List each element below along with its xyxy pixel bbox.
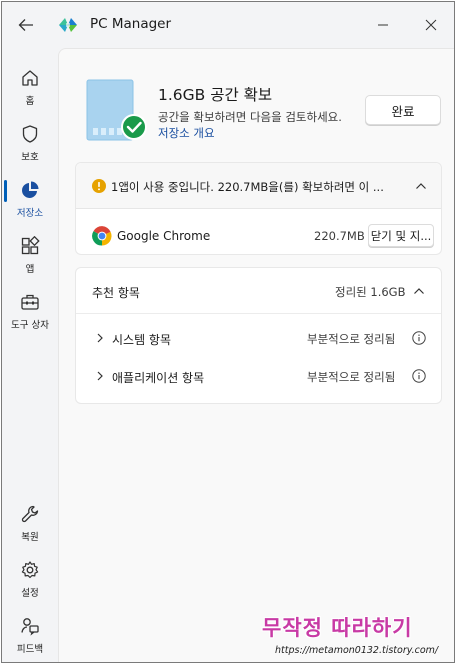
storage-content: 1.6GB 공간 확보 공간을 확보하려면 다음을 검토하세요. 저장소 개요 … bbox=[58, 48, 454, 662]
nav-item-protection[interactable]: 보호 bbox=[2, 120, 58, 170]
recommendations-summary: 정리된 1.6GB bbox=[335, 285, 406, 299]
back-arrow-icon bbox=[18, 19, 33, 31]
close-app-button[interactable]: 닫기 및 지... bbox=[368, 224, 434, 247]
nav-label-feedback: 피드백 bbox=[16, 644, 44, 655]
feedback-icon bbox=[21, 618, 39, 636]
app-title: PC Manager bbox=[90, 16, 172, 32]
storage-pie-icon bbox=[22, 181, 39, 198]
nav-label-settings: 설정 bbox=[21, 588, 39, 599]
recommendations-card: 추천 항목 정리된 1.6GB 시스템 항목 부분적으로 정리됨 애플리케이션 … bbox=[75, 267, 442, 404]
gear-icon bbox=[21, 561, 39, 579]
running-apps-warning: 1앱이 사용 중입니다. 220.7MB을(를) 확보하려면 이 ... bbox=[111, 180, 384, 194]
close-icon bbox=[425, 19, 437, 31]
wrench-icon bbox=[21, 505, 39, 523]
watermark-title: 무작정 따라하기 bbox=[262, 616, 413, 640]
info-icon[interactable] bbox=[412, 369, 426, 383]
nav-label-storage: 저장소 bbox=[16, 208, 44, 219]
home-icon bbox=[22, 70, 38, 86]
chevron-up-icon[interactable] bbox=[412, 284, 426, 298]
toolbox-icon bbox=[21, 294, 39, 310]
row-status: 부분적으로 정리됨 bbox=[307, 370, 396, 384]
minimize-icon bbox=[378, 24, 388, 26]
row-label: 시스템 항목 bbox=[112, 333, 172, 347]
nav-label-home: 홈 bbox=[25, 96, 35, 107]
description-text: 공간을 확보하려면 다음을 검토하세요. bbox=[158, 110, 342, 124]
title-bar: PC Manager bbox=[2, 2, 454, 48]
recommendation-row-system[interactable]: 시스템 항목 부분적으로 정리됨 bbox=[76, 320, 441, 356]
nav-item-restore[interactable]: 복원 bbox=[2, 500, 58, 550]
side-navigation: 홈 보호 저장소 앱 도구 상자 복원 설정 피드백 bbox=[2, 48, 58, 662]
storage-drive-check-icon bbox=[86, 79, 147, 141]
running-app-size: 220.7MB bbox=[314, 229, 365, 243]
row-label: 애플리케이션 항목 bbox=[112, 371, 205, 385]
watermark-url: https://metamon0132.tistory.com/ bbox=[275, 645, 439, 656]
running-apps-header[interactable]: 1앱이 사용 중입니다. 220.7MB을(를) 확보하려면 이 ... bbox=[76, 163, 441, 209]
apps-icon bbox=[21, 236, 40, 255]
freed-space-description: 공간을 확보하려면 다음을 검토하세요. 저장소 개요 bbox=[158, 109, 354, 141]
nav-item-storage[interactable]: 저장소 bbox=[2, 176, 58, 226]
pc-manager-window: PC Manager 홈 보호 저장소 앱 도구 상자 복원 설정 피드백 1.… bbox=[1, 1, 455, 663]
nav-label-apps: 앱 bbox=[25, 264, 35, 275]
close-button[interactable] bbox=[416, 12, 446, 38]
done-button[interactable]: 완료 bbox=[365, 95, 441, 125]
info-icon[interactable] bbox=[412, 331, 426, 345]
nav-label-toolbox: 도구 상자 bbox=[11, 320, 49, 331]
row-status: 부분적으로 정리됨 bbox=[307, 332, 396, 346]
chevron-right-icon bbox=[97, 371, 103, 381]
pc-manager-logo-icon bbox=[59, 18, 77, 32]
nav-item-home[interactable]: 홈 bbox=[2, 64, 58, 114]
freed-space-title: 1.6GB 공간 확보 bbox=[158, 86, 273, 104]
recommendation-row-applications[interactable]: 애플리케이션 항목 부분적으로 정리됨 bbox=[76, 358, 441, 394]
nav-item-toolbox[interactable]: 도구 상자 bbox=[2, 288, 58, 338]
nav-item-settings[interactable]: 설정 bbox=[2, 556, 58, 606]
google-chrome-icon bbox=[92, 226, 112, 246]
minimize-button[interactable] bbox=[368, 12, 398, 38]
nav-label-restore: 복원 bbox=[21, 532, 39, 543]
running-app-name: Google Chrome bbox=[117, 229, 211, 243]
nav-item-apps[interactable]: 앱 bbox=[2, 232, 58, 282]
recommendations-title: 추천 항목 bbox=[92, 286, 140, 300]
nav-item-feedback[interactable]: 피드백 bbox=[2, 612, 58, 662]
nav-label-protection: 보호 bbox=[21, 152, 39, 163]
chevron-up-icon[interactable] bbox=[414, 179, 428, 193]
shield-icon bbox=[22, 125, 38, 143]
chevron-right-icon bbox=[97, 333, 103, 343]
storage-overview-link[interactable]: 저장소 개요 bbox=[158, 126, 215, 140]
divider bbox=[76, 313, 441, 314]
running-apps-card: 1앱이 사용 중입니다. 220.7MB을(를) 확보하려면 이 ... Goo… bbox=[75, 162, 442, 255]
warning-icon bbox=[92, 179, 106, 193]
back-button[interactable] bbox=[12, 12, 40, 38]
